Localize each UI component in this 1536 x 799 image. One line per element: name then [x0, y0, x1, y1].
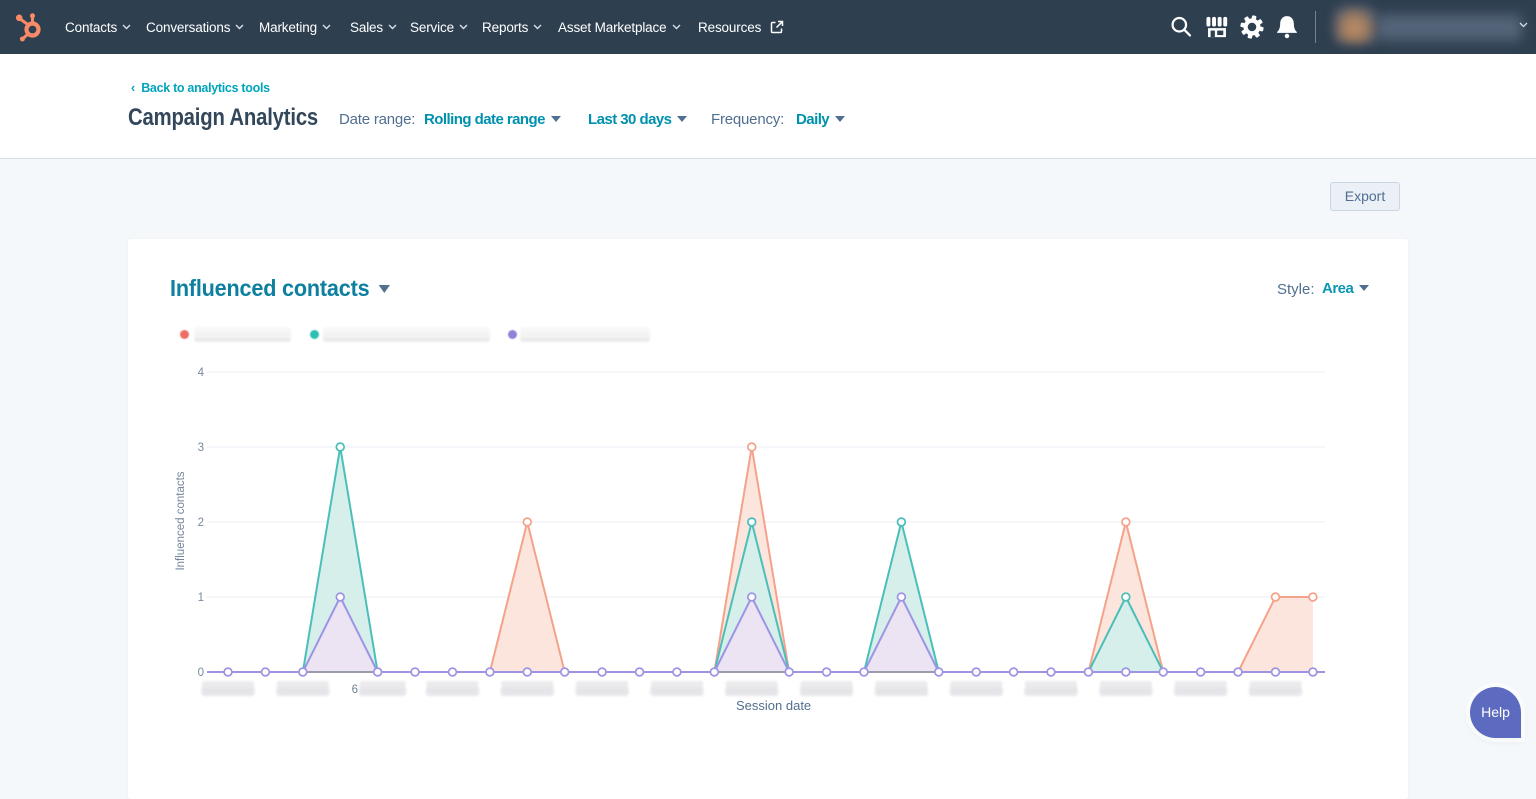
svg-text:2: 2	[198, 517, 204, 529]
svg-text:0: 0	[198, 667, 204, 679]
svg-text:1: 1	[198, 592, 204, 604]
svg-text:4: 4	[198, 367, 205, 379]
svg-text:Influenced contacts: Influenced contacts	[175, 471, 187, 570]
svg-text:3: 3	[198, 442, 204, 454]
svg-text:6: 6	[352, 684, 358, 696]
